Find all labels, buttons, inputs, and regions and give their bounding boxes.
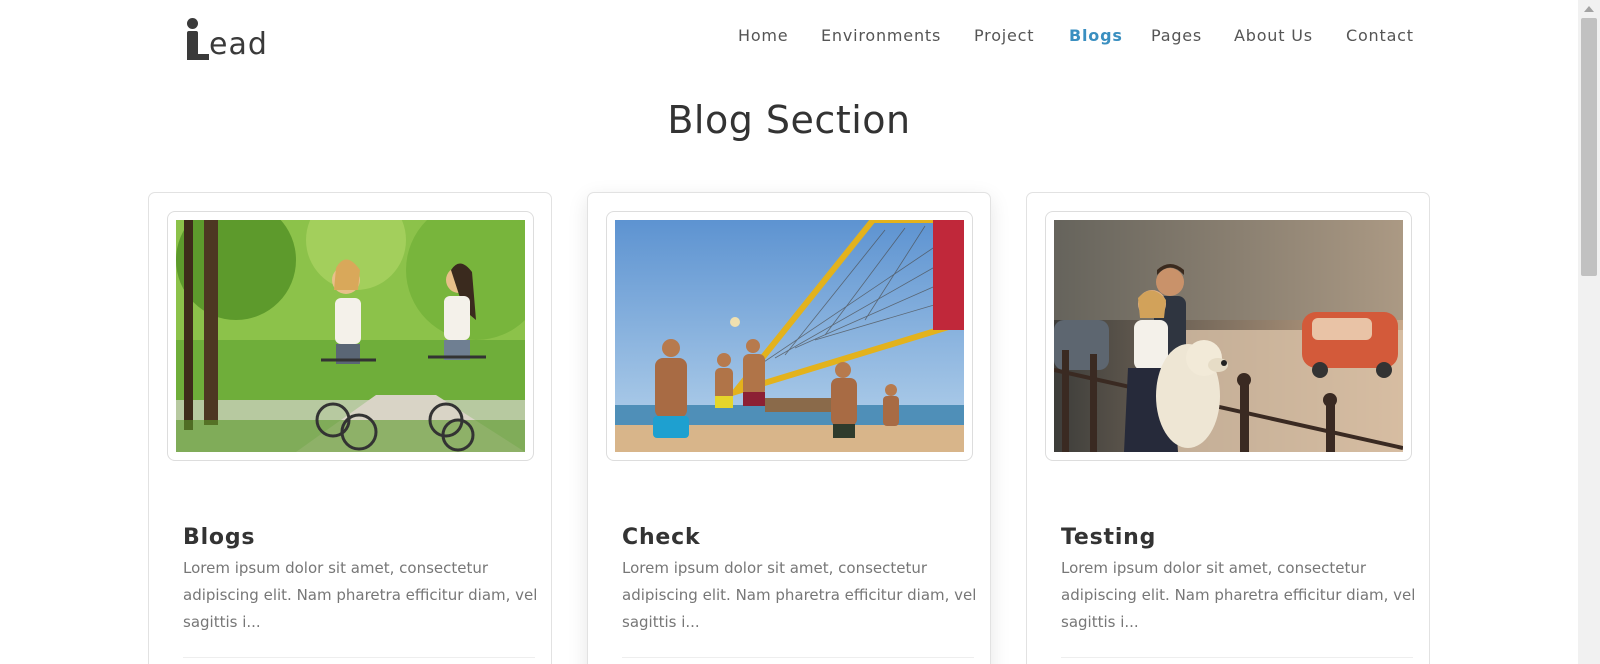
volleyball-photo[interactable] (615, 220, 964, 452)
blog-card[interactable]: Check Lorem ipsum dolor sit amet, consec… (587, 192, 991, 664)
blog-card-title[interactable]: Testing (1061, 525, 1156, 550)
card-divider (622, 657, 974, 658)
nav-about-us[interactable]: About Us (1234, 26, 1313, 45)
blog-card-image-frame (1045, 211, 1412, 461)
blog-card[interactable]: Testing Lorem ipsum dolor sit amet, cons… (1026, 192, 1430, 664)
scroll-up-icon[interactable] (1584, 6, 1594, 12)
scrollbar-thumb[interactable] (1581, 18, 1597, 276)
card-divider (183, 657, 535, 658)
blog-card[interactable]: Blogs Lorem ipsum dolor sit amet, consec… (148, 192, 552, 664)
page-title: Blog Section (667, 98, 911, 142)
page-scrollbar[interactable] (1578, 0, 1600, 664)
nav-environments[interactable]: Environments (821, 26, 941, 45)
blog-card-excerpt: Lorem ipsum dolor sit amet, consectetur … (622, 559, 977, 631)
blog-card-title[interactable]: Check (622, 525, 700, 550)
nav-blogs[interactable]: Blogs (1069, 26, 1123, 45)
nav-contact[interactable]: Contact (1346, 26, 1414, 45)
nav-pages[interactable]: Pages (1151, 26, 1202, 45)
blog-card-image-frame (606, 211, 973, 461)
main-nav: Home Environments Project Blogs Pages Ab… (0, 26, 1600, 50)
blog-card-excerpt: Lorem ipsum dolor sit amet, consectetur … (1061, 559, 1416, 631)
blog-card-title[interactable]: Blogs (183, 525, 255, 550)
blog-card-excerpt: Lorem ipsum dolor sit amet, consectetur … (183, 559, 538, 631)
nav-project[interactable]: Project (974, 26, 1034, 45)
page: ead Home Environments Project Blogs Page… (0, 0, 1600, 664)
cycling-photo[interactable] (176, 220, 525, 452)
card-divider (1061, 657, 1413, 658)
couple-dog-photo[interactable] (1054, 220, 1403, 452)
nav-home[interactable]: Home (738, 26, 788, 45)
blog-card-image-frame (167, 211, 534, 461)
